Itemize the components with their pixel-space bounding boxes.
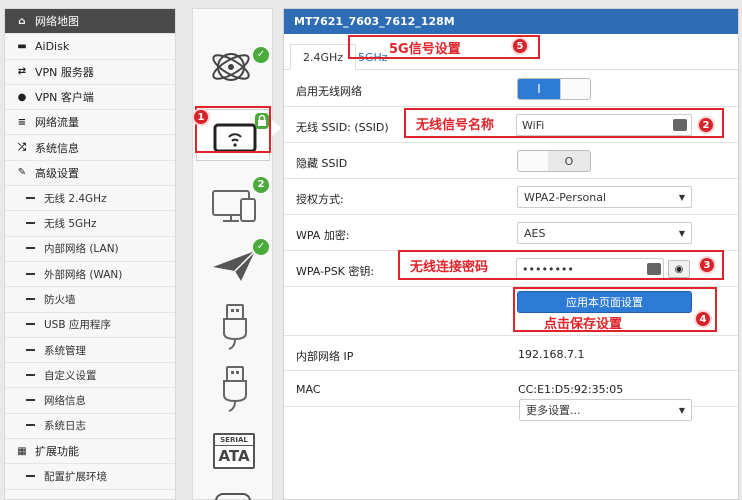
vpn-server-icon: ⇄: [17, 66, 27, 78]
dash-icon: [25, 294, 35, 305]
row-lan-ip: 内部网络 IP 192.168.7.1: [284, 335, 738, 371]
sidebar-item-traffic[interactable]: ≡ 网络流量: [5, 110, 175, 136]
annotation-text-save: 点击保存设置: [544, 317, 623, 332]
caret-down-icon: ▼: [678, 193, 685, 202]
traffic-icon: ≡: [17, 116, 27, 128]
caret-down-icon: ▼: [678, 229, 685, 238]
sata-icon[interactable]: SERIAL ATA: [213, 433, 255, 469]
row-wpa-encryption: WPA 加密: AES ▼: [284, 215, 738, 251]
annotation-text-5g: 5G信号设置: [389, 42, 461, 57]
sidebar-item-vpn-client[interactable]: ● VPN 客户端: [5, 85, 175, 111]
more-settings-select[interactable]: 更多设置... ▼: [519, 399, 692, 421]
row-auth-method: 授权方式: WPA2-Personal ▼: [284, 179, 738, 215]
caret-down-icon: ▼: [678, 406, 685, 415]
disk-icon: ▬: [17, 40, 27, 52]
dash-icon: [25, 269, 35, 280]
partial-device-icon: [215, 493, 251, 500]
annotation-number-3: 3: [698, 256, 716, 274]
check-badge-icon-2: ✓: [253, 239, 269, 255]
sidebar-item-system-log[interactable]: 系统日志: [5, 414, 175, 440]
sidebar-item-ext-env[interactable]: 配置扩展环境: [5, 464, 175, 490]
sidebar-item-network-info[interactable]: 网络信息: [5, 388, 175, 414]
sidebar-item-customization[interactable]: 自定义设置: [5, 363, 175, 389]
shuffle-icon: ⤮: [18, 142, 26, 154]
device-icon-column: ✓ 2 ✓ SERIAL ATA: [192, 8, 273, 500]
dash-icon: [25, 243, 35, 254]
grid-icon: ▦: [17, 445, 27, 457]
row-hide-ssid: 隐藏 SSID O: [284, 143, 738, 179]
dash-icon: [25, 420, 35, 431]
sidebar-item-vpn-server[interactable]: ⇄ VPN 服务器: [5, 60, 175, 85]
sidebar: ⌂ 网络地图 ▬ AiDisk ⇄ VPN 服务器 ● VPN 客户端 ≡ 网络…: [4, 8, 176, 500]
dash-icon: [25, 471, 35, 482]
dash-icon: [25, 345, 35, 356]
row-enable-wireless: 启用无线网络 I: [284, 71, 738, 107]
annotation-number-4: 4: [694, 310, 712, 328]
wrench-icon: ✎: [17, 167, 27, 179]
dash-icon: [25, 370, 35, 381]
sidebar-item-wireless-24[interactable]: 无线 2.4GHz: [5, 186, 175, 212]
hide-ssid-toggle[interactable]: O: [517, 150, 591, 172]
sidebar-item-system-info[interactable]: ⤮ 系统信息: [5, 135, 175, 161]
clients-count-badge: 2: [253, 177, 269, 193]
usb-icon-2[interactable]: [207, 363, 263, 419]
sidebar-item-advanced[interactable]: ✎ 高级设置: [5, 161, 175, 187]
panel-header: MT7621_7603_7612_128M: [284, 9, 738, 34]
dash-icon: [25, 218, 35, 229]
sidebar-item-lan[interactable]: 内部网络 (LAN): [5, 237, 175, 262]
home-icon: ⌂: [18, 15, 26, 27]
sidebar-item-extensions[interactable]: ▦ 扩展功能: [5, 439, 175, 465]
sidebar-item-network-map[interactable]: ⌂ 网络地图: [5, 9, 175, 35]
wpa-encryption-select[interactable]: AES ▼: [517, 222, 692, 244]
annotation-text-ssid: 无线信号名称: [416, 118, 495, 133]
dash-icon: [25, 319, 35, 330]
enable-wireless-toggle[interactable]: I: [517, 78, 591, 100]
annotation-number-5: 5: [511, 37, 529, 55]
dash-icon: [25, 193, 35, 204]
annotation-number-2: 2: [697, 116, 715, 134]
selection-pointer: [272, 120, 281, 136]
sidebar-item-aidisk[interactable]: ▬ AiDisk: [5, 34, 175, 60]
sidebar-item-wan[interactable]: 外部网络 (WAN): [5, 262, 175, 288]
usb-icon[interactable]: [207, 301, 263, 357]
sidebar-item-wireless-5[interactable]: 无线 5GHz: [5, 211, 175, 237]
globe-icon: ●: [17, 91, 27, 103]
dash-icon: [25, 395, 35, 406]
auth-method-select[interactable]: WPA2-Personal ▼: [517, 186, 692, 208]
annotation-number-1: 1: [192, 108, 210, 126]
internet-globe-icon[interactable]: [207, 37, 263, 93]
sidebar-item-firewall[interactable]: 防火墙: [5, 287, 175, 313]
annotation-text-password: 无线连接密码: [410, 260, 489, 275]
check-badge-icon: ✓: [253, 47, 269, 63]
sidebar-item-administration[interactable]: 系统管理: [5, 338, 175, 364]
sidebar-item-usb-apps[interactable]: USB 应用程序: [5, 313, 175, 338]
